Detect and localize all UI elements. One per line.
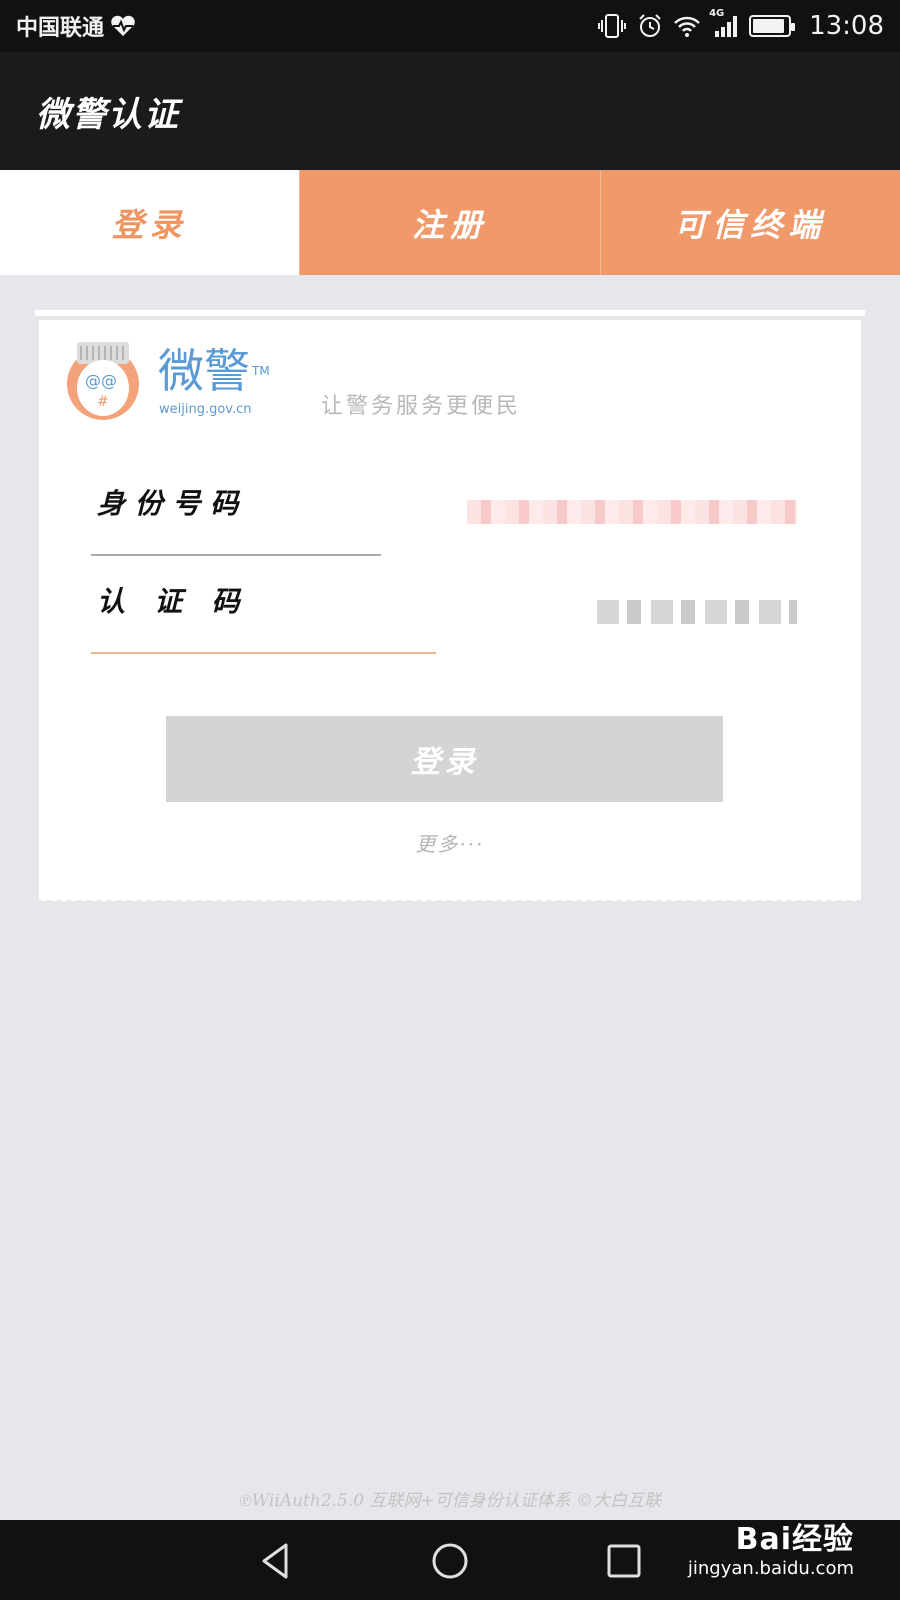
footer-copyright: ℗WiiAuth2.5.0 互联网+可信身份认证体系 ©大白互联 — [238, 1491, 662, 1511]
trademark-mark: TM — [252, 364, 270, 378]
baidu-watermark: Bai经验 jingyan.baidu.com — [688, 1514, 854, 1579]
carrier-name: 中国联通 — [16, 16, 105, 41]
more-link[interactable]: 更多··· — [39, 828, 861, 857]
logo-wordmark: 微警 TM — [158, 346, 270, 396]
card-scalloped-edge — [39, 896, 861, 906]
tab-trusted-terminal[interactable]: 可信终端 — [599, 170, 900, 275]
id-number-label: 身 份 号 码 — [97, 487, 239, 520]
watermark-sub: jingyan.baidu.com — [687, 1558, 854, 1579]
svg-text:#: # — [97, 394, 109, 410]
slogan: 让警务服务更便民 — [321, 394, 522, 419]
battery-level — [749, 15, 796, 37]
svg-text:@@: @@ — [85, 371, 117, 390]
heartbeat-icon — [110, 12, 136, 40]
app-bar: 微警认证 — [0, 52, 900, 170]
auth-code-underline — [91, 652, 436, 654]
battery-icon — [749, 12, 796, 40]
back-icon[interactable] — [253, 1538, 299, 1584]
status-bar-left: 中国联通 — [16, 10, 136, 42]
recent-apps-icon[interactable] — [601, 1538, 647, 1584]
watermark-main: Bai经验 — [735, 1522, 854, 1557]
network-type: 4G — [709, 8, 725, 19]
home-icon[interactable] — [427, 1538, 473, 1584]
id-number-field[interactable]: 身 份 号 码 — [91, 460, 797, 556]
auth-code-field[interactable]: 认 证 码 — [91, 558, 797, 654]
alarm-icon — [637, 12, 663, 40]
logo-text: 微警 — [158, 344, 250, 398]
auth-code-value-masked — [597, 600, 797, 624]
tab-register[interactable]: 注册 — [299, 170, 600, 275]
login-button[interactable]: 登录 — [166, 716, 723, 802]
brand-row: @@ # 微警 TM weijing.gov.cn 让警务服务更便民 — [63, 336, 843, 436]
status-bar: 中国联通 4G 13:08 — [0, 0, 900, 52]
clock: 13:08 — [809, 11, 884, 41]
police-mascot-icon: @@ # — [67, 342, 139, 420]
vibrate-icon — [597, 12, 627, 40]
id-number-underline — [91, 554, 381, 556]
id-number-value-masked — [467, 500, 797, 524]
tab-bar: 登录 注册 可信终端 — [0, 170, 900, 275]
signal-icon: 4G — [709, 8, 739, 40]
status-bar-right: 4G 13:08 — [597, 8, 884, 41]
app-title: 微警认证 — [36, 94, 180, 135]
logo-url: weijing.gov.cn — [159, 402, 252, 417]
tab-login[interactable]: 登录 — [0, 170, 300, 275]
card-top-edge — [35, 310, 865, 316]
wifi-icon — [673, 12, 701, 40]
auth-code-label: 认 证 码 — [97, 585, 240, 618]
login-card: @@ # 微警 TM weijing.gov.cn 让警务服务更便民 身 份 号 … — [39, 320, 861, 900]
